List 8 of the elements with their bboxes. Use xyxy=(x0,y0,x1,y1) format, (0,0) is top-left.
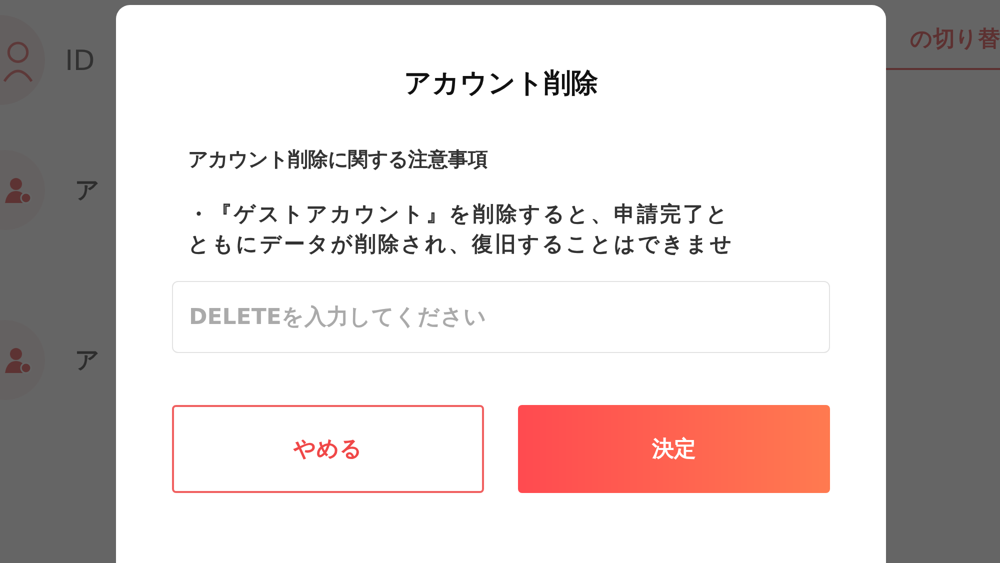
notice-text: ・『ゲストアカウント』を削除すると、申請完了とともにデータが削除され、復旧することはできませ xyxy=(188,201,735,258)
confirm-button[interactable]: 決定 xyxy=(518,405,830,493)
dialog-title: アカウント削除 xyxy=(403,67,599,101)
menu-item[interactable]: ア xyxy=(75,174,100,206)
input-field[interactable]: DELETEを入力してください xyxy=(172,281,830,353)
cancel-button[interactable]: やめる xyxy=(172,405,484,493)
notice-heading: アカウント削除に関する注意事項 xyxy=(188,146,489,173)
menu-item[interactable]: ア xyxy=(75,344,100,376)
